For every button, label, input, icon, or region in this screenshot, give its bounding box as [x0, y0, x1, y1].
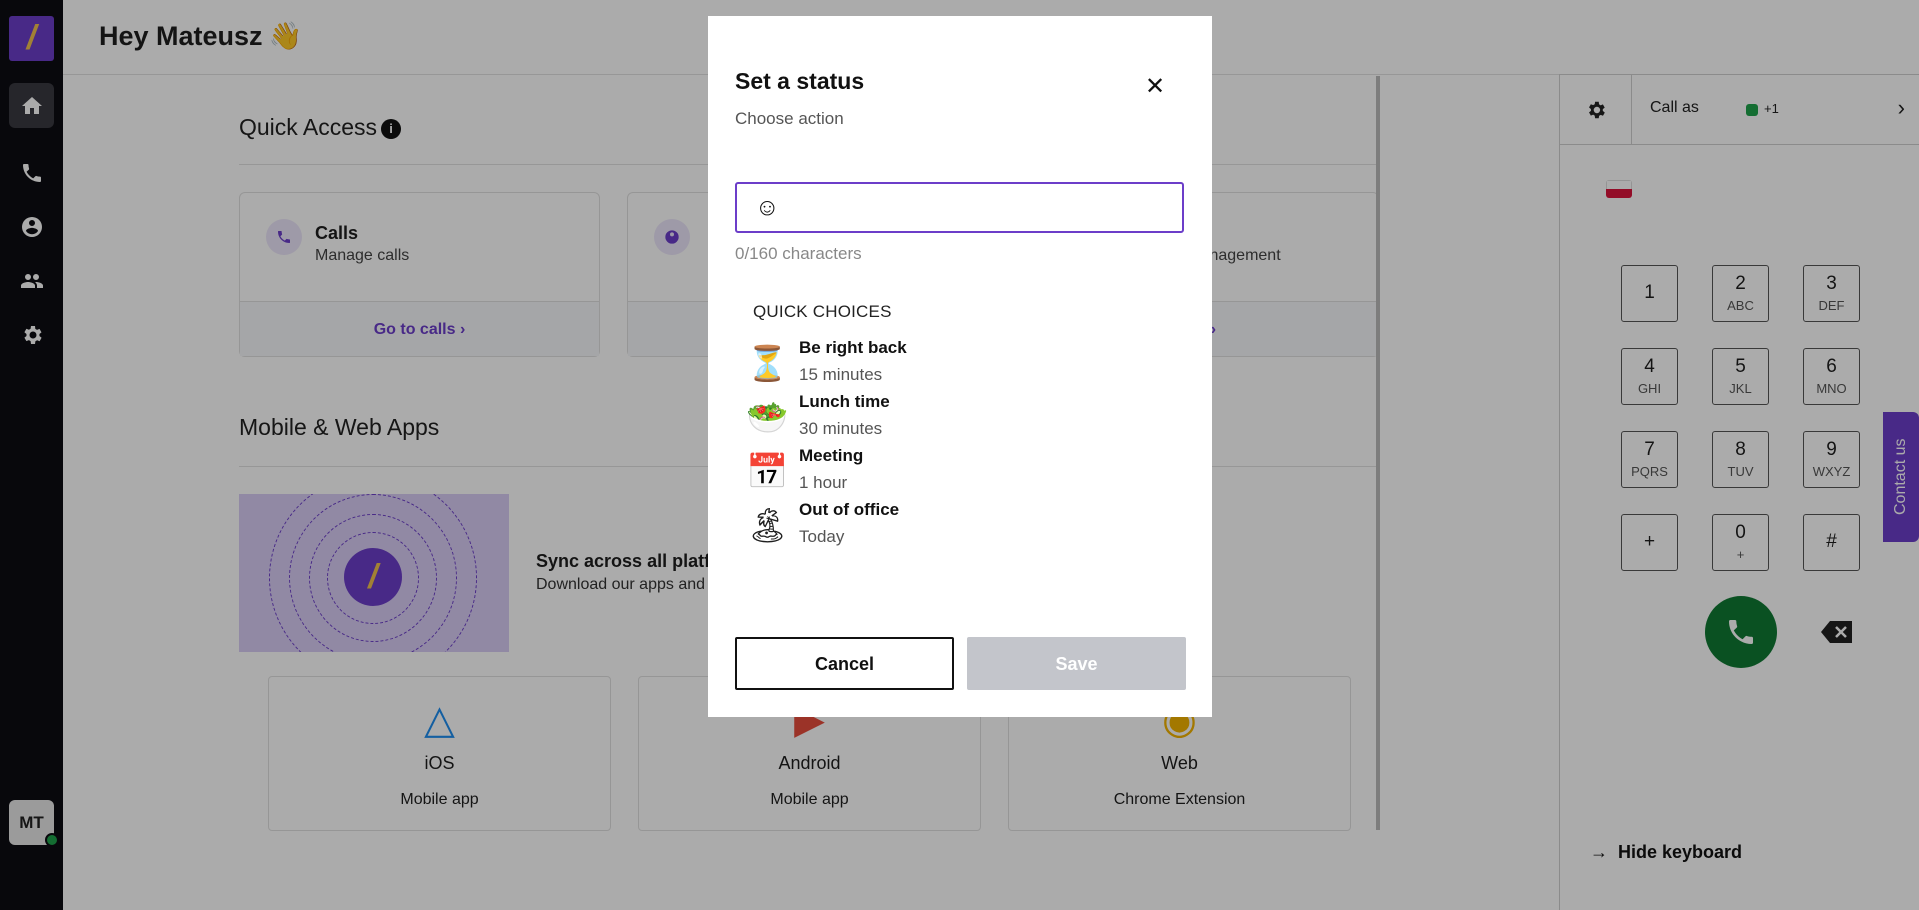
- status-input[interactable]: [793, 190, 1173, 226]
- quick-choice-duration: 30 minutes: [799, 419, 883, 438]
- set-status-dialog: Set a status Choose action ✕ ☺ 0/160 cha…: [708, 16, 1212, 717]
- quick-choice-be-right-back[interactable]: ⏳ Be right back 15 minutes: [746, 338, 1166, 392]
- quick-choice-out-of-office[interactable]: 🏝 Out of office Today: [746, 500, 1166, 554]
- quick-choice-label: Out of office: [799, 500, 900, 519]
- quick-choice-lunch-time[interactable]: 🥗 Lunch time 30 minutes: [746, 392, 1166, 446]
- quick-choices-title: QUICK CHOICES: [753, 302, 892, 321]
- save-button[interactable]: Save: [967, 637, 1186, 690]
- emoji-picker-icon[interactable]: ☺: [755, 196, 780, 220]
- quick-choice-label: Meeting: [799, 446, 864, 465]
- close-icon[interactable]: ✕: [1140, 72, 1170, 102]
- salad-icon: 🥗: [746, 399, 789, 437]
- quick-choice-label: Lunch time: [799, 392, 890, 411]
- cancel-button[interactable]: Cancel: [735, 637, 954, 690]
- island-icon: 🏝: [746, 507, 790, 545]
- dialog-subtitle: Choose action: [735, 109, 844, 128]
- character-counter: 0/160 characters: [735, 244, 862, 263]
- calendar-icon: 📅: [746, 453, 789, 491]
- quick-choice-duration: 15 minutes: [799, 365, 883, 384]
- quick-choice-meeting[interactable]: 📅 Meeting 1 hour: [746, 446, 1166, 500]
- quick-choice-label: Be right back: [799, 338, 907, 357]
- quick-choice-duration: Today: [799, 527, 845, 546]
- status-input-wrapper: ☺: [735, 182, 1184, 233]
- hourglass-icon: ⏳: [746, 345, 789, 383]
- quick-choice-duration: 1 hour: [799, 473, 848, 492]
- dialog-title: Set a status: [735, 68, 865, 94]
